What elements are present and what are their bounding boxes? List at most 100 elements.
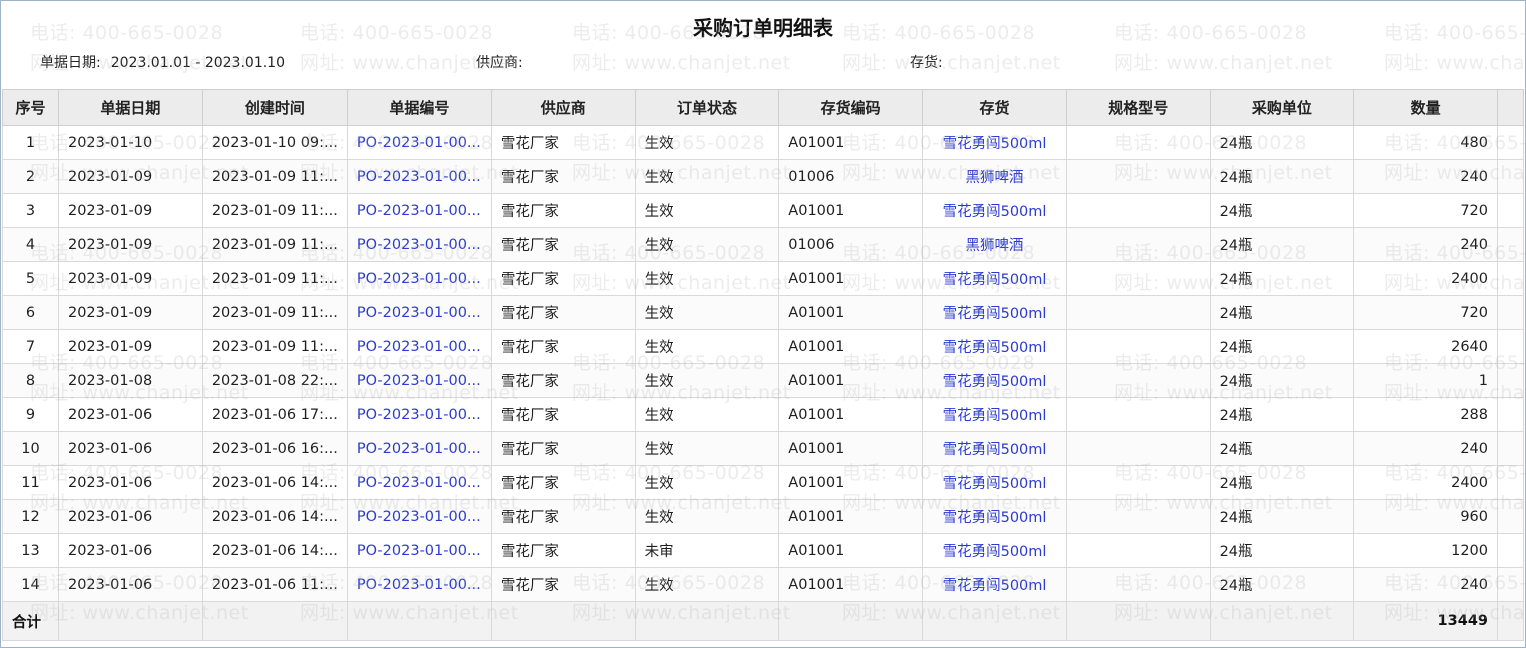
col-header-spacer	[1497, 89, 1524, 126]
cell-date: 2023-01-06	[57, 431, 203, 466]
order-code-link[interactable]: PO-2023-01-00...	[346, 193, 492, 228]
col-header-qty[interactable]: 数量	[1353, 89, 1498, 126]
cell-spec	[1065, 329, 1211, 364]
table-row[interactable]: 7 2023-01-09 2023-01-09 11:... PO-2023-01-0…	[2, 329, 1524, 364]
filter-supplier-label: 供应商:	[476, 55, 523, 71]
cell-spacer	[1497, 193, 1524, 228]
report-table-wrap[interactable]: 序号 单据日期 创建时间 单据编号 供应商 订单状态 存货编码 存货 规格型号 …	[2, 89, 1524, 645]
table-row[interactable]: 2 2023-01-09 2023-01-09 11:... PO-2023-01-0…	[2, 159, 1524, 194]
col-header-code[interactable]: 单据编号	[346, 89, 492, 126]
cell-qty: 2400	[1353, 465, 1498, 500]
cell-status: 生效	[634, 193, 780, 228]
cell-index: 11	[2, 465, 59, 500]
item-link[interactable]: 雪花勇闯500ml	[922, 499, 1067, 534]
cell-status: 未审	[634, 533, 780, 568]
item-link[interactable]: 雪花勇闯500ml	[922, 533, 1067, 568]
table-row[interactable]: 10 2023-01-06 2023-01-06 16:... PO-2023-01-…	[2, 431, 1524, 466]
cell-spec	[1065, 499, 1211, 534]
cell-qty: 720	[1353, 193, 1498, 228]
cell-spacer	[1497, 397, 1524, 432]
table-row[interactable]: 5 2023-01-09 2023-01-09 11:... PO-2023-01-0…	[2, 261, 1524, 296]
col-header-status[interactable]: 订单状态	[634, 89, 780, 126]
order-code-link[interactable]: PO-2023-01-00...	[346, 397, 492, 432]
order-code-link[interactable]: PO-2023-01-00...	[346, 567, 492, 602]
table-row[interactable]: 8 2023-01-08 2023-01-08 22:... PO-2023-01-0…	[2, 363, 1524, 398]
cell-unit: 24瓶	[1209, 159, 1355, 194]
cell-unit: 24瓶	[1209, 295, 1355, 330]
col-header-spec[interactable]: 规格型号	[1065, 89, 1211, 126]
table-total-row: 合计 13449	[2, 601, 1524, 641]
cell-index: 7	[2, 329, 59, 364]
item-link[interactable]: 雪花勇闯500ml	[922, 465, 1067, 500]
cell-created: 2023-01-09 11:...	[201, 159, 348, 194]
table-row[interactable]: 4 2023-01-09 2023-01-09 11:... PO-2023-01-0…	[2, 227, 1524, 262]
table-row[interactable]: 13 2023-01-06 2023-01-06 14:... PO-2023-01-…	[2, 533, 1524, 568]
cell-spacer	[1497, 159, 1524, 194]
cell-created: 2023-01-06 14:...	[201, 465, 348, 500]
col-header-item-code[interactable]: 存货编码	[778, 89, 924, 126]
cell-item-code: A01001	[778, 533, 924, 568]
cell-spacer	[1497, 465, 1524, 500]
table-row[interactable]: 3 2023-01-09 2023-01-09 11:... PO-2023-01-0…	[2, 193, 1524, 228]
order-code-link[interactable]: PO-2023-01-00...	[346, 465, 492, 500]
order-code-link[interactable]: PO-2023-01-00...	[346, 363, 492, 398]
order-code-link[interactable]: PO-2023-01-00...	[346, 533, 492, 568]
cell-qty: 240	[1353, 567, 1498, 602]
col-header-index[interactable]: 序号	[2, 89, 59, 126]
order-code-link[interactable]: PO-2023-01-00...	[346, 329, 492, 364]
item-link[interactable]: 雪花勇闯500ml	[922, 295, 1067, 330]
table-row[interactable]: 11 2023-01-06 2023-01-06 14:... PO-2023-01-…	[2, 465, 1524, 500]
order-code-link[interactable]: PO-2023-01-00...	[346, 295, 492, 330]
item-link[interactable]: 雪花勇闯500ml	[922, 125, 1067, 160]
item-link[interactable]: 雪花勇闯500ml	[922, 567, 1067, 602]
col-header-unit[interactable]: 采购单位	[1209, 89, 1355, 126]
item-link[interactable]: 雪花勇闯500ml	[922, 397, 1067, 432]
total-cell-empty	[201, 601, 348, 641]
item-link[interactable]: 黑狮啤酒	[922, 227, 1067, 262]
item-link[interactable]: 雪花勇闯500ml	[922, 363, 1067, 398]
cell-index: 4	[2, 227, 59, 262]
cell-unit: 24瓶	[1209, 261, 1355, 296]
order-code-link[interactable]: PO-2023-01-00...	[346, 499, 492, 534]
table-row[interactable]: 12 2023-01-06 2023-01-06 14:... PO-2023-01-…	[2, 499, 1524, 534]
item-link[interactable]: 雪花勇闯500ml	[922, 193, 1067, 228]
item-link[interactable]: 雪花勇闯500ml	[922, 261, 1067, 296]
cell-date: 2023-01-06	[57, 567, 203, 602]
order-code-link[interactable]: PO-2023-01-00...	[346, 159, 492, 194]
order-code-link[interactable]: PO-2023-01-00...	[346, 261, 492, 296]
cell-item-code: A01001	[778, 465, 924, 500]
cell-qty: 1200	[1353, 533, 1498, 568]
item-link[interactable]: 雪花勇闯500ml	[922, 431, 1067, 466]
total-cell-empty	[778, 601, 924, 641]
col-header-created[interactable]: 创建时间	[201, 89, 348, 126]
col-header-item[interactable]: 存货	[922, 89, 1067, 126]
cell-index: 14	[2, 567, 59, 602]
filter-date-label: 单据日期:	[40, 55, 101, 71]
cell-unit: 24瓶	[1209, 567, 1355, 602]
order-code-link[interactable]: PO-2023-01-00...	[346, 227, 492, 262]
cell-supplier: 雪花厂家	[490, 295, 636, 330]
item-link[interactable]: 黑狮啤酒	[922, 159, 1067, 194]
table-row[interactable]: 6 2023-01-09 2023-01-09 11:... PO-2023-01-0…	[2, 295, 1524, 330]
order-code-link[interactable]: PO-2023-01-00...	[346, 125, 492, 160]
cell-qty: 240	[1353, 227, 1498, 262]
order-code-link[interactable]: PO-2023-01-00...	[346, 431, 492, 466]
cell-unit: 24瓶	[1209, 465, 1355, 500]
cell-status: 生效	[634, 465, 780, 500]
col-header-supplier[interactable]: 供应商	[490, 89, 636, 126]
cell-spacer	[1497, 329, 1524, 364]
col-header-date[interactable]: 单据日期	[57, 89, 203, 126]
cell-date: 2023-01-06	[57, 397, 203, 432]
cell-supplier: 雪花厂家	[490, 499, 636, 534]
cell-supplier: 雪花厂家	[490, 193, 636, 228]
cell-item-code: A01001	[778, 295, 924, 330]
table-row[interactable]: 1 2023-01-10 2023-01-10 09:... PO-2023-01-0…	[2, 125, 1524, 160]
table-row[interactable]: 9 2023-01-06 2023-01-06 17:... PO-2023-01-0…	[2, 397, 1524, 432]
cell-spec	[1065, 567, 1211, 602]
table-row[interactable]: 14 2023-01-06 2023-01-06 11:... PO-2023-01-…	[2, 567, 1524, 602]
cell-supplier: 雪花厂家	[490, 227, 636, 262]
cell-created: 2023-01-06 11:...	[201, 567, 348, 602]
cell-status: 生效	[634, 397, 780, 432]
cell-unit: 24瓶	[1209, 227, 1355, 262]
item-link[interactable]: 雪花勇闯500ml	[922, 329, 1067, 364]
